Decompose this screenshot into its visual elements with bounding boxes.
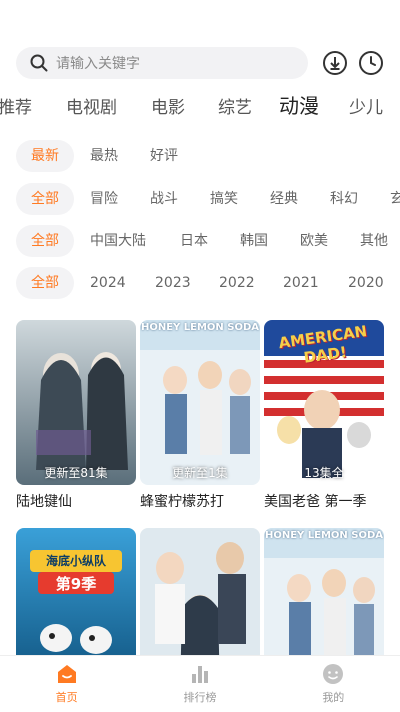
search-input[interactable]: 请输入关键字 (16, 47, 308, 79)
filter-year-2020[interactable]: 2020 (348, 267, 384, 299)
poster-brand: 海底小纵队 (45, 554, 106, 568)
filter-sort-rated[interactable]: 好评 (150, 140, 178, 172)
filter-year-2021[interactable]: 2021 (283, 267, 319, 299)
history-clock-icon[interactable] (358, 50, 384, 76)
bottom-nav-label: 我的 (322, 691, 345, 704)
home-icon (56, 663, 78, 685)
filter-region-japan[interactable]: 日本 (180, 225, 208, 257)
anime-title: 陆地键仙 (16, 494, 72, 510)
filter-genre-comedy[interactable]: 搞笑 (210, 183, 238, 215)
search-placeholder: 请输入关键字 (56, 56, 140, 72)
tab-anime[interactable]: 动漫 (279, 92, 319, 120)
filter-genre-scifi[interactable]: 科幻 (330, 183, 358, 215)
filter-genre-adventure[interactable]: 冒险 (90, 183, 118, 215)
download-icon[interactable] (322, 50, 348, 76)
episode-badge: 更新至1集 (172, 466, 228, 480)
anime-card[interactable]: 更新至81集 陆地键仙 (16, 320, 136, 511)
bottom-nav: 首页 排行榜 我的 (0, 655, 400, 712)
anime-title: 蜂蜜柠檬苏打 (140, 494, 224, 510)
filter-region-mainland[interactable]: 中国大陆 (90, 225, 146, 257)
tab-kids[interactable]: 少儿 (349, 94, 383, 122)
bottom-nav-label: 排行榜 (183, 691, 217, 704)
search-icon (30, 54, 48, 72)
season-label: 第9季 (55, 575, 97, 593)
search-row: 请输入关键字 (16, 46, 388, 80)
filter-genre-fantasy[interactable]: 玄 (390, 183, 400, 215)
filter-year-2022[interactable]: 2022 (219, 267, 255, 299)
filter-region-other[interactable]: 其他 (360, 225, 388, 257)
filter-genre-battle[interactable]: 战斗 (150, 183, 178, 215)
anime-card[interactable]: AMERICAN DAD! 13集全 美国老爸 第一季 (264, 320, 384, 511)
poster-image: HONEY LEMON SODA 更新至1集 (140, 320, 260, 485)
profile-face-icon (322, 663, 344, 685)
poster-image: 更新至81集 (16, 320, 136, 485)
filter-sort-hot[interactable]: 最热 (90, 140, 118, 172)
status-bar (0, 0, 400, 40)
filter-year-2024[interactable]: 2024 (90, 267, 126, 299)
bottom-nav-home[interactable]: 首页 (0, 656, 133, 712)
bottom-nav-profile[interactable]: 我的 (267, 656, 400, 712)
anime-card[interactable]: HONEY LEMON SODA 更新至1集 蜂蜜柠檬苏打 (140, 320, 260, 511)
poster-brand: HONEY LEMON SODA (264, 530, 384, 541)
tab-recommend[interactable]: 推荐 (0, 94, 32, 122)
filter-sort-latest[interactable]: 最新 (16, 140, 74, 172)
bottom-nav-label: 首页 (55, 691, 78, 704)
filter-genre-all[interactable]: 全部 (16, 183, 74, 215)
tab-variety[interactable]: 综艺 (218, 94, 252, 122)
filter-genre-classic[interactable]: 经典 (270, 183, 298, 215)
anime-title: 美国老爸 第一季 (264, 494, 367, 510)
episode-badge: 13集全 (304, 466, 344, 480)
filter-region-west[interactable]: 欧美 (300, 225, 328, 257)
filter-region-korea[interactable]: 韩国 (240, 225, 268, 257)
ranking-bars-icon (189, 663, 211, 685)
poster-brand: HONEY LEMON SODA (140, 322, 260, 333)
poster-image: AMERICAN DAD! 13集全 (264, 320, 384, 485)
filter-year-2023[interactable]: 2023 (155, 267, 191, 299)
bottom-nav-ranking[interactable]: 排行榜 (133, 656, 266, 712)
filter-region-all[interactable]: 全部 (16, 225, 74, 257)
tab-movie[interactable]: 电影 (151, 94, 185, 122)
tab-tv-series[interactable]: 电视剧 (66, 94, 117, 122)
filter-year-all[interactable]: 全部 (16, 267, 74, 299)
episode-badge: 更新至81集 (44, 466, 108, 480)
